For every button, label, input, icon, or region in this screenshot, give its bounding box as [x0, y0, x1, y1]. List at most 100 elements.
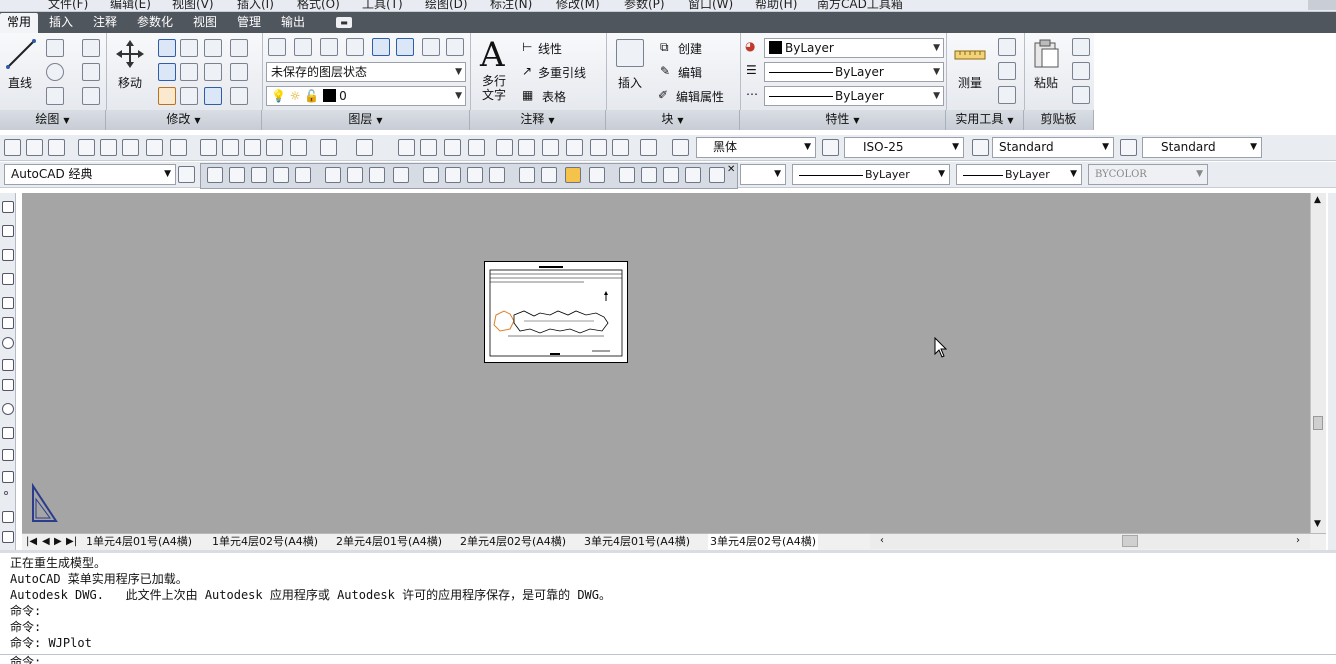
menu-format[interactable]: 格式(O)	[297, 0, 340, 11]
spline-tool-icon[interactable]	[2, 379, 14, 391]
layer-unlock-icon[interactable]	[446, 38, 464, 56]
lineweight-dropdown[interactable]: ByLayer ▼	[764, 86, 944, 106]
tool-14-icon[interactable]	[519, 167, 535, 183]
tool-palettes-icon[interactable]	[542, 139, 559, 156]
rectangle-tool-icon[interactable]	[2, 297, 14, 309]
design-center-icon[interactable]	[518, 139, 535, 156]
erase-icon[interactable]	[230, 39, 248, 57]
cut-icon[interactable]	[200, 139, 217, 156]
match-properties-icon[interactable]	[1072, 86, 1090, 104]
trim-icon[interactable]	[204, 39, 222, 57]
panel-properties[interactable]: 特性 ▼	[740, 110, 946, 130]
arc-tool-icon[interactable]	[2, 317, 14, 329]
color-control-dropdown[interactable]: ▼	[740, 164, 786, 185]
table-style-icon[interactable]	[972, 139, 989, 156]
offset-icon[interactable]	[180, 87, 198, 105]
tool-20-icon[interactable]	[663, 167, 679, 183]
ribbon-minimize-icon[interactable]: ▬	[336, 17, 352, 28]
dim-style-icon[interactable]	[822, 139, 839, 156]
zoom-window-icon[interactable]	[444, 139, 461, 156]
polyline-icon[interactable]	[46, 39, 64, 57]
polygon-tool-icon[interactable]	[2, 273, 14, 285]
fillet-icon[interactable]	[158, 87, 176, 105]
plotstyle-control-dropdown[interactable]: BYCOLOR ▼	[1088, 164, 1208, 185]
text-style-icon[interactable]	[672, 139, 689, 156]
menu-modify[interactable]: 修改(M)	[556, 0, 600, 11]
undo-icon[interactable]	[320, 139, 337, 156]
vertical-scrollbar[interactable]: ▲ ▼	[1310, 193, 1326, 533]
menu-window[interactable]: 窗口(W)	[688, 0, 733, 11]
plot-preview-icon[interactable]	[100, 139, 117, 156]
tool-6-icon[interactable]	[325, 167, 341, 183]
scale-icon[interactable]	[180, 63, 198, 81]
panel-block[interactable]: 块 ▼	[606, 110, 740, 130]
mtext-button[interactable]: 多行文字	[482, 74, 510, 102]
command-input[interactable]: 命令:	[0, 654, 1336, 664]
paste-button[interactable]: 粘贴	[1034, 74, 1058, 91]
edit-block-button[interactable]: 编辑	[678, 64, 702, 81]
markup-icon[interactable]	[590, 139, 607, 156]
tool-3-icon[interactable]	[251, 167, 267, 183]
horizontal-scrollbar[interactable]: ‹ ›	[870, 534, 1310, 549]
zoom-realtime-icon[interactable]	[420, 139, 437, 156]
tab-annotate[interactable]: 注释	[86, 13, 124, 33]
layout-tab-4[interactable]: 2单元4层02号(A4横)	[460, 534, 566, 550]
layout-tab-6[interactable]: 3单元4层02号(A4横)	[708, 534, 819, 550]
pan-icon[interactable]	[398, 139, 415, 156]
lineweight-control-dropdown[interactable]: ByLayer ▼	[956, 164, 1082, 185]
point-tool-icon[interactable]	[4, 491, 8, 495]
tab-home[interactable]: 常用	[0, 13, 39, 33]
gear-icon[interactable]	[565, 167, 581, 183]
create-block-button[interactable]: 创建	[678, 40, 702, 57]
save-icon[interactable]	[48, 139, 65, 156]
copy-icon[interactable]	[158, 39, 176, 57]
open-file-icon[interactable]	[26, 139, 43, 156]
layout-tab-5[interactable]: 3单元4层01号(A4横)	[584, 534, 690, 550]
block-editor-icon[interactable]	[290, 139, 307, 156]
tool-17-icon[interactable]	[589, 167, 605, 183]
layer-match-icon[interactable]	[294, 38, 312, 56]
layer-isolate-icon[interactable]	[346, 38, 364, 56]
mleader-button[interactable]: 多重引线	[538, 64, 586, 81]
vertical-scroll-thumb[interactable]	[1313, 416, 1323, 430]
hatch-icon[interactable]	[82, 87, 100, 105]
panel-draw[interactable]: 绘图 ▼	[0, 110, 106, 130]
etransmit-icon[interactable]	[170, 139, 187, 156]
layout-tab-1[interactable]: 1单元4层01号(A4横)	[86, 534, 192, 550]
tab-last-icon[interactable]: ▶|	[66, 534, 77, 550]
circle-tool-icon[interactable]	[2, 337, 14, 349]
ellipse-icon[interactable]	[46, 87, 64, 105]
select-similar-icon[interactable]	[998, 62, 1016, 80]
measure-button[interactable]: 测量	[958, 74, 982, 91]
tool-10-icon[interactable]	[423, 167, 439, 183]
scroll-right-icon[interactable]: ›	[1296, 535, 1300, 546]
layer-dropdown[interactable]: 💡 ☼ 🔓 0 ▼	[266, 86, 466, 106]
tab-view[interactable]: 视图	[186, 13, 224, 33]
3d-dwf-icon[interactable]	[146, 139, 163, 156]
layout-tab-2[interactable]: 1单元4层02号(A4横)	[212, 534, 318, 550]
chamfer-icon[interactable]	[230, 87, 248, 105]
ellipse-arc-tool-icon[interactable]	[2, 427, 14, 439]
tool-1-icon[interactable]	[207, 167, 223, 183]
array-icon[interactable]	[204, 87, 222, 105]
paste-icon[interactable]	[244, 139, 261, 156]
circle-icon[interactable]	[46, 63, 64, 81]
copy-clip-icon[interactable]	[1072, 62, 1090, 80]
panel-clipboard[interactable]: 剪贴板	[1024, 110, 1094, 130]
gradient-tool-icon[interactable]	[2, 531, 14, 543]
mleader-style-dropdown[interactable]: Standard ▼	[1142, 137, 1262, 158]
layer-freeze-icon[interactable]	[372, 38, 390, 56]
panel-annotation[interactable]: 注释 ▼	[470, 110, 606, 130]
tool-21-icon[interactable]	[685, 167, 701, 183]
line-tool-icon[interactable]	[2, 201, 14, 213]
layer-off-icon[interactable]	[396, 38, 414, 56]
make-block-tool-icon[interactable]	[2, 471, 14, 483]
scroll-left-icon[interactable]: ‹	[880, 535, 884, 546]
layer-previous-icon[interactable]	[320, 38, 338, 56]
tool-13-icon[interactable]	[489, 167, 505, 183]
help-icon[interactable]	[640, 139, 657, 156]
tab-first-icon[interactable]: |◀	[26, 534, 37, 550]
tool-11-icon[interactable]	[445, 167, 461, 183]
tool-9-icon[interactable]	[393, 167, 409, 183]
edit-attribute-button[interactable]: 编辑属性	[676, 88, 724, 105]
